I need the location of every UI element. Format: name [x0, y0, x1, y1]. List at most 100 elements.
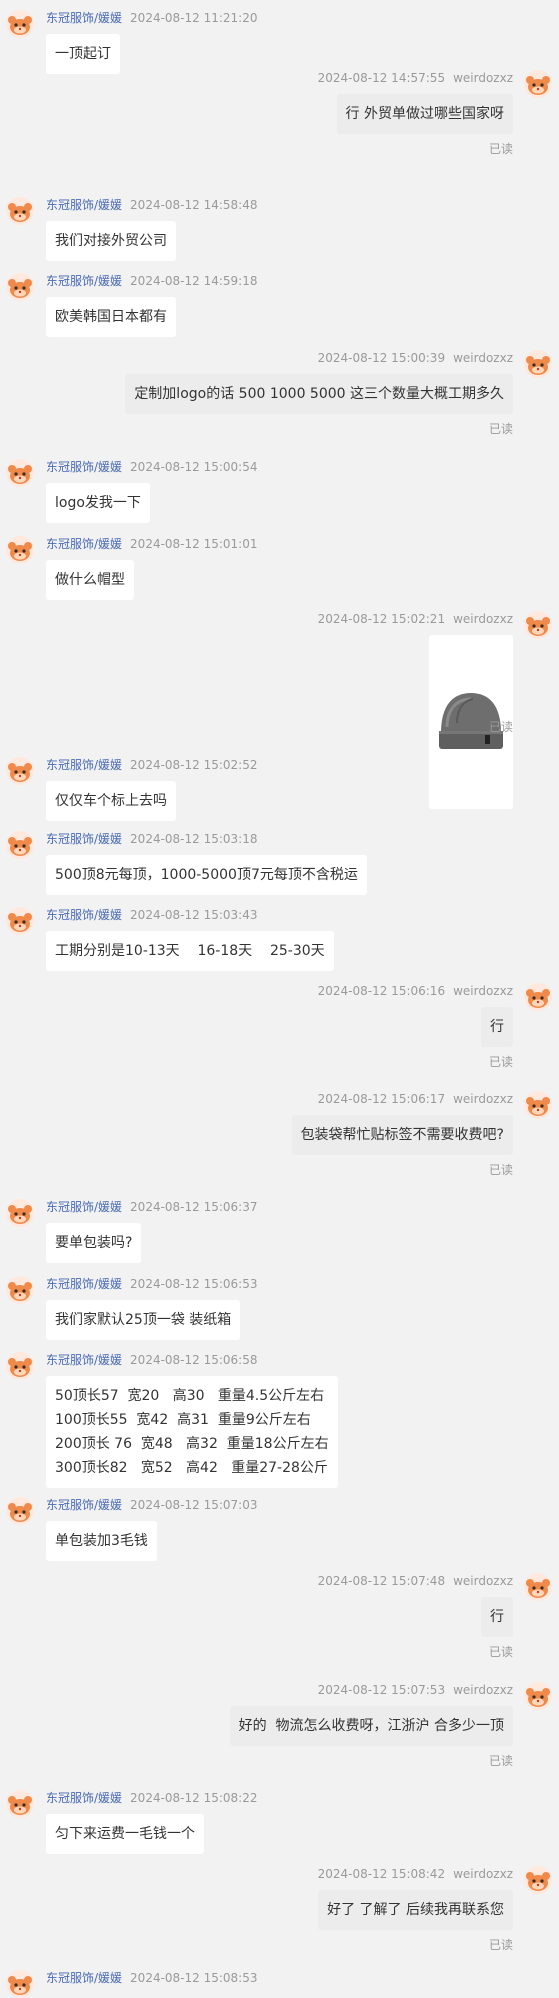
timestamp: 2024-08-12 14:59:18: [130, 274, 258, 288]
seller-avatar[interactable]: [6, 831, 34, 859]
sender-name[interactable]: 东冠服饰/媛媛: [46, 1791, 122, 1805]
message-bubble[interactable]: 好的 物流怎么收费呀，江浙沪 合多少一顶: [229, 1706, 513, 1746]
sender-name: weirdozxz: [453, 71, 513, 85]
message-meta: 东冠服饰/媛媛 2024-08-12 15:02:52: [46, 757, 258, 773]
sender-name: weirdozxz: [453, 351, 513, 365]
message-meta: 2024-08-12 15:07:53 weirdozxz: [310, 1682, 513, 1698]
message-meta: 东冠服饰/媛媛 2024-08-12 11:21:20: [46, 10, 258, 26]
seller-avatar[interactable]: [6, 1276, 34, 1304]
seller-avatar[interactable]: [6, 907, 34, 935]
message-meta: 东冠服饰/媛媛 2024-08-12 15:00:54: [46, 459, 258, 475]
sender-name[interactable]: 东冠服饰/媛媛: [46, 460, 122, 474]
message-bubble[interactable]: 工期分别是10-13天 16-18天 25-30天: [46, 931, 334, 971]
buyer-avatar[interactable]: [524, 70, 552, 98]
buyer-avatar[interactable]: [524, 983, 552, 1011]
sender-name: weirdozxz: [453, 1683, 513, 1697]
timestamp: 2024-08-12 15:02:21: [317, 612, 446, 626]
buyer-avatar[interactable]: [524, 1682, 552, 1710]
buyer-avatar[interactable]: [524, 1573, 552, 1601]
timestamp: 2024-08-12 15:07:53: [317, 1683, 446, 1697]
timestamp: 2024-08-12 15:00:54: [130, 460, 258, 474]
buyer-avatar[interactable]: [524, 1866, 552, 1894]
message-bubble[interactable]: 仅仅车个标上去吗: [46, 781, 176, 821]
sender-name[interactable]: 东冠服饰/媛媛: [46, 274, 122, 288]
seller-avatar[interactable]: [6, 757, 34, 785]
message-meta: 2024-08-12 15:08:42 weirdozxz: [310, 1866, 513, 1882]
sender-name: weirdozxz: [453, 984, 513, 998]
message-bubble[interactable]: 好了 了解了 后续我再联系您: [318, 1890, 513, 1930]
message-meta: 2024-08-12 14:57:55 weirdozxz: [310, 70, 513, 86]
sender-name[interactable]: 东冠服饰/媛媛: [46, 1277, 122, 1291]
message-meta: 2024-08-12 15:00:39 weirdozxz: [310, 350, 513, 366]
message-bubble[interactable]: 50顶长57 宽20 高30 重量4.5公斤左右 100顶长55 宽42 高31…: [46, 1376, 338, 1488]
sender-name: weirdozxz: [453, 1574, 513, 1588]
sender-name[interactable]: 东冠服饰/媛媛: [46, 758, 122, 772]
timestamp: 2024-08-12 15:06:17: [317, 1092, 446, 1106]
timestamp: 2024-08-12 15:01:01: [130, 537, 258, 551]
seller-avatar[interactable]: [6, 10, 34, 38]
message-meta: 2024-08-12 15:02:21 weirdozxz: [310, 611, 513, 627]
message-meta: 东冠服饰/媛媛 2024-08-12 15:06:37: [46, 1199, 258, 1215]
timestamp: 2024-08-12 15:08:53: [130, 1971, 258, 1985]
message-bubble[interactable]: 定制加logo的话 500 1000 5000 这三个数量大概工期多久: [125, 374, 513, 414]
seller-avatar[interactable]: [6, 197, 34, 225]
timestamp: 2024-08-12 15:06:53: [130, 1277, 258, 1291]
timestamp: 2024-08-12 14:57:55: [317, 71, 446, 85]
message-bubble[interactable]: 行 外贸单做过哪些国家呀: [336, 94, 513, 134]
sender-name[interactable]: 东冠服饰/媛媛: [46, 198, 122, 212]
sender-name[interactable]: 东冠服饰/媛媛: [46, 537, 122, 551]
buyer-avatar[interactable]: [524, 1091, 552, 1119]
message-meta: 2024-08-12 15:07:48 weirdozxz: [310, 1573, 513, 1589]
read-status: 已读: [488, 1754, 513, 1768]
sender-name[interactable]: 东冠服饰/媛媛: [46, 1353, 122, 1367]
sender-name[interactable]: 东冠服饰/媛媛: [46, 908, 122, 922]
timestamp: 2024-08-12 15:03:18: [130, 832, 258, 846]
seller-avatar[interactable]: [6, 1199, 34, 1227]
message-bubble[interactable]: 单包装加3毛钱: [46, 1521, 157, 1561]
message-bubble[interactable]: 要单包装吗?: [46, 1223, 142, 1263]
timestamp: 2024-08-12 15:06:58: [130, 1353, 258, 1367]
message-meta: 东冠服饰/媛媛 2024-08-12 15:03:43: [46, 907, 258, 923]
timestamp: 2024-08-12 11:21:20: [130, 11, 258, 25]
buyer-avatar[interactable]: [524, 350, 552, 378]
seller-avatar[interactable]: [6, 1497, 34, 1525]
sender-name[interactable]: 东冠服饰/媛媛: [46, 832, 122, 846]
timestamp: 2024-08-12 15:08:22: [130, 1791, 258, 1805]
message-bubble[interactable]: 欧美韩国日本都有: [46, 297, 176, 337]
sender-name[interactable]: 东冠服饰/媛媛: [46, 11, 122, 25]
sender-name[interactable]: 东冠服饰/媛媛: [46, 1971, 122, 1985]
message-bubble[interactable]: 500顶8元每顶，1000-5000顶7元每顶不含税运: [46, 855, 367, 895]
message-bubble[interactable]: 一顶起订: [46, 34, 120, 74]
timestamp: 2024-08-12 15:06:37: [130, 1200, 258, 1214]
timestamp: 2024-08-12 15:06:16: [317, 984, 446, 998]
seller-avatar[interactable]: [6, 273, 34, 301]
seller-avatar[interactable]: [6, 459, 34, 487]
message-bubble[interactable]: 行: [481, 1007, 513, 1047]
sender-name: weirdozxz: [453, 1092, 513, 1106]
message-bubble[interactable]: logo发我一下: [46, 483, 150, 523]
seller-avatar[interactable]: [6, 1352, 34, 1380]
message-meta: 东冠服饰/媛媛 2024-08-12 15:03:18: [46, 831, 258, 847]
timestamp: 2024-08-12 15:08:42: [317, 1867, 446, 1881]
message-meta: 2024-08-12 15:06:17 weirdozxz: [310, 1091, 513, 1107]
message-bubble[interactable]: 我们对接外贸公司: [46, 221, 176, 261]
chat-message-list[interactable]: 东冠服饰/媛媛 2024-08-12 11:21:20 一顶起订 2024-08-…: [0, 0, 559, 1998]
read-status: 已读: [488, 1055, 513, 1069]
read-status: 已读: [488, 422, 513, 436]
message-bubble[interactable]: 我们家默认25顶一袋 装纸箱: [46, 1300, 241, 1340]
message-bubble[interactable]: 包装袋帮忙贴标签不需要收费吧?: [291, 1115, 513, 1155]
seller-avatar[interactable]: [6, 536, 34, 564]
timestamp: 2024-08-12 14:58:48: [130, 198, 258, 212]
seller-avatar[interactable]: [6, 1790, 34, 1818]
sender-name[interactable]: 东冠服饰/媛媛: [46, 1498, 122, 1512]
timestamp: 2024-08-12 15:07:48: [317, 1574, 446, 1588]
seller-avatar[interactable]: [6, 1970, 34, 1998]
read-status: 已读: [488, 1645, 513, 1659]
sender-name: weirdozxz: [453, 1867, 513, 1881]
read-status: 已读: [488, 142, 513, 156]
message-bubble[interactable]: 做什么帽型: [46, 560, 134, 600]
message-bubble[interactable]: 匀下来运费一毛钱一个: [46, 1814, 204, 1854]
message-bubble[interactable]: 行: [481, 1597, 513, 1637]
buyer-avatar[interactable]: [524, 611, 552, 639]
sender-name[interactable]: 东冠服饰/媛媛: [46, 1200, 122, 1214]
